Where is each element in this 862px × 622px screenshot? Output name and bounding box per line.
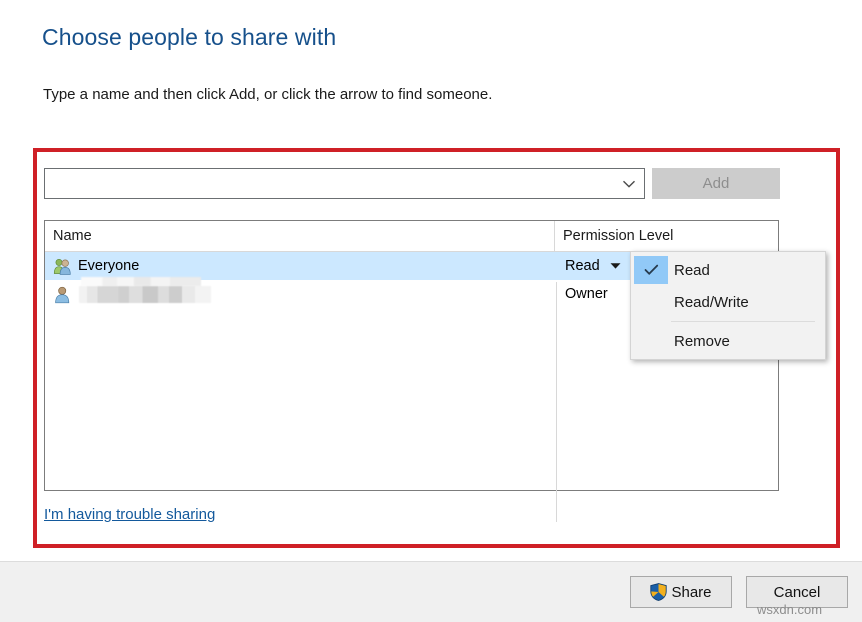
menu-item-remove-label: Remove <box>674 332 730 350</box>
checkmark-placeholder <box>634 327 668 355</box>
checkmark-placeholder <box>634 288 668 316</box>
permission-level-menu[interactable]: Read Read/Write Remove <box>630 251 826 360</box>
trouble-sharing-link[interactable]: I'm having trouble sharing <box>44 506 215 523</box>
list-header: Name Permission Level <box>45 221 778 252</box>
person-combobox[interactable] <box>44 168 645 199</box>
add-button[interactable]: Add <box>652 168 780 199</box>
row-permission-label: Owner <box>565 286 608 302</box>
menu-item-read[interactable]: Read <box>631 254 825 286</box>
menu-item-remove[interactable]: Remove <box>631 325 825 357</box>
uac-shield-icon <box>650 583 668 601</box>
row-permission-label: Read <box>565 258 600 274</box>
single-person-icon <box>53 285 72 304</box>
column-divider <box>556 282 557 522</box>
redacted-user-name <box>79 285 211 303</box>
cancel-button-label: Cancel <box>773 583 821 601</box>
menu-item-read-write[interactable]: Read/Write <box>631 286 825 318</box>
menu-item-read-write-label: Read/Write <box>674 293 749 311</box>
chevron-down-icon[interactable] <box>614 169 644 198</box>
column-header-permission: Permission Level <box>563 228 674 244</box>
menu-separator <box>671 321 815 322</box>
column-header-name: Name <box>45 221 555 251</box>
permission-caret-icon[interactable] <box>610 262 621 270</box>
row-name-label: Everyone <box>78 258 140 274</box>
site-watermark: wsxdn.com <box>757 602 823 617</box>
menu-item-read-label: Read <box>674 261 710 279</box>
checkmark-icon <box>634 256 668 284</box>
page-title: Choose people to share with <box>42 24 337 50</box>
share-button[interactable]: Share <box>630 576 732 608</box>
share-button-label: Share <box>671 583 712 601</box>
row-name-cell <box>45 280 555 308</box>
person-name-input[interactable] <box>45 170 614 197</box>
dialog-footer <box>0 561 862 622</box>
people-group-icon <box>53 257 72 276</box>
page-subtitle: Type a name and then click Add, or click… <box>43 86 493 103</box>
